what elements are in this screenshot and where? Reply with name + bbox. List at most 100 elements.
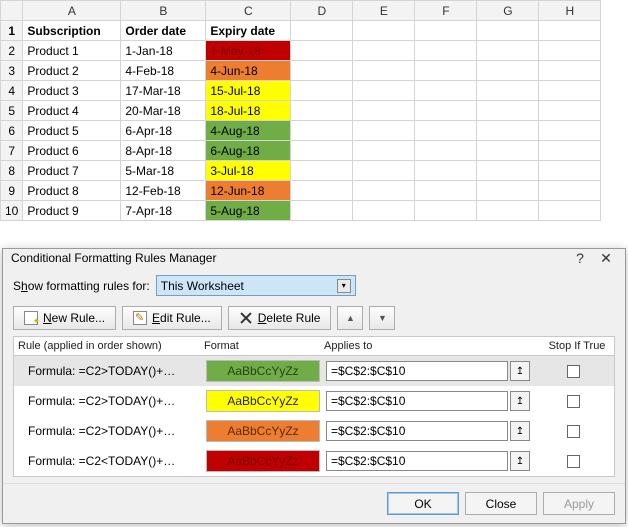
- cell[interactable]: 4-Feb-18: [121, 61, 206, 81]
- cell[interactable]: Expiry date: [206, 21, 291, 41]
- column-header[interactable]: H: [539, 1, 601, 21]
- select-all-corner[interactable]: [1, 1, 23, 21]
- cell[interactable]: [415, 121, 477, 141]
- cell[interactable]: 7-Apr-18: [121, 201, 206, 221]
- cell[interactable]: [539, 141, 601, 161]
- row-header[interactable]: 2: [1, 41, 23, 61]
- rule-row[interactable]: Formula: =C2>TODAY()+…AaBbCcYyZz↥: [14, 386, 614, 416]
- cell[interactable]: [477, 41, 539, 61]
- row-header[interactable]: 1: [1, 21, 23, 41]
- column-header[interactable]: B: [121, 1, 206, 21]
- cell[interactable]: 18-Jul-18: [206, 101, 291, 121]
- cell[interactable]: 3-Jul-18: [206, 161, 291, 181]
- cell[interactable]: [353, 201, 415, 221]
- applies-to-input[interactable]: [326, 421, 508, 441]
- move-up-button[interactable]: ▲: [337, 306, 363, 330]
- cell[interactable]: [291, 181, 353, 201]
- row-header[interactable]: 3: [1, 61, 23, 81]
- cell[interactable]: Product 7: [23, 161, 121, 181]
- column-header[interactable]: G: [477, 1, 539, 21]
- cell[interactable]: 17-Mar-18: [121, 81, 206, 101]
- cell[interactable]: [539, 61, 601, 81]
- spreadsheet-grid[interactable]: ABCDEFGH 1SubscriptionOrder dateExpiry d…: [0, 0, 601, 221]
- cell[interactable]: 4-Jun-18: [206, 61, 291, 81]
- cell[interactable]: [415, 141, 477, 161]
- cell[interactable]: Product 5: [23, 121, 121, 141]
- help-icon[interactable]: ?: [567, 250, 593, 266]
- range-picker-icon[interactable]: ↥: [510, 451, 530, 471]
- stop-if-true-checkbox[interactable]: [567, 365, 580, 378]
- stop-if-true-checkbox[interactable]: [567, 395, 580, 408]
- apply-button[interactable]: Apply: [543, 492, 615, 515]
- cell[interactable]: [291, 201, 353, 221]
- row-header[interactable]: 7: [1, 141, 23, 161]
- cell[interactable]: [477, 101, 539, 121]
- cell[interactable]: [291, 81, 353, 101]
- cell[interactable]: Product 9: [23, 201, 121, 221]
- applies-to-input[interactable]: [326, 451, 508, 471]
- cell[interactable]: [353, 81, 415, 101]
- cell[interactable]: 6-Aug-18: [206, 141, 291, 161]
- column-header[interactable]: D: [291, 1, 353, 21]
- cell[interactable]: 4-Aug-18: [206, 121, 291, 141]
- cell[interactable]: [477, 181, 539, 201]
- cell[interactable]: [353, 141, 415, 161]
- new-rule-button[interactable]: New Rule...: [13, 306, 116, 330]
- cell[interactable]: [477, 121, 539, 141]
- close-icon[interactable]: ✕: [593, 250, 619, 267]
- cell[interactable]: Product 1: [23, 41, 121, 61]
- cell[interactable]: [415, 61, 477, 81]
- cell[interactable]: [539, 201, 601, 221]
- cell[interactable]: [291, 61, 353, 81]
- cell[interactable]: [415, 161, 477, 181]
- cell[interactable]: [539, 101, 601, 121]
- cell[interactable]: [477, 161, 539, 181]
- cell[interactable]: [539, 41, 601, 61]
- range-picker-icon[interactable]: ↥: [510, 391, 530, 411]
- row-header[interactable]: 5: [1, 101, 23, 121]
- cell[interactable]: [539, 81, 601, 101]
- cell[interactable]: 8-Apr-18: [121, 141, 206, 161]
- cell[interactable]: Product 2: [23, 61, 121, 81]
- show-rules-dropdown[interactable]: This Worksheet ▾: [156, 275, 356, 296]
- cell[interactable]: [353, 21, 415, 41]
- cell[interactable]: [291, 41, 353, 61]
- row-header[interactable]: 6: [1, 121, 23, 141]
- dialog-titlebar[interactable]: Conditional Formatting Rules Manager ? ✕: [3, 249, 625, 267]
- row-header[interactable]: 9: [1, 181, 23, 201]
- cell[interactable]: [291, 121, 353, 141]
- cell[interactable]: [477, 21, 539, 41]
- cell[interactable]: [539, 121, 601, 141]
- cell[interactable]: [539, 21, 601, 41]
- cell[interactable]: Product 8: [23, 181, 121, 201]
- cell[interactable]: 1-May-18: [206, 41, 291, 61]
- cell[interactable]: 5-Mar-18: [121, 161, 206, 181]
- stop-if-true-checkbox[interactable]: [567, 425, 580, 438]
- column-header[interactable]: F: [415, 1, 477, 21]
- cell[interactable]: [539, 181, 601, 201]
- cell[interactable]: [415, 101, 477, 121]
- cell[interactable]: 5-Aug-18: [206, 201, 291, 221]
- cell[interactable]: [415, 81, 477, 101]
- cell[interactable]: [353, 181, 415, 201]
- cell[interactable]: 20-Mar-18: [121, 101, 206, 121]
- move-down-button[interactable]: ▼: [369, 306, 395, 330]
- cell[interactable]: 6-Apr-18: [121, 121, 206, 141]
- range-picker-icon[interactable]: ↥: [510, 361, 530, 381]
- applies-to-input[interactable]: [326, 361, 508, 381]
- range-picker-icon[interactable]: ↥: [510, 421, 530, 441]
- cell[interactable]: 15-Jul-18: [206, 81, 291, 101]
- cell[interactable]: [415, 181, 477, 201]
- edit-rule-button[interactable]: Edit Rule...: [122, 306, 222, 330]
- cell[interactable]: [353, 121, 415, 141]
- cell[interactable]: [353, 101, 415, 121]
- rule-row[interactable]: Formula: =C2>TODAY()+…AaBbCcYyZz↥: [14, 356, 614, 386]
- cell[interactable]: 1-Jan-18: [121, 41, 206, 61]
- column-header[interactable]: A: [23, 1, 121, 21]
- cell[interactable]: Product 6: [23, 141, 121, 161]
- cell[interactable]: [291, 101, 353, 121]
- cell[interactable]: [477, 81, 539, 101]
- cell[interactable]: [291, 21, 353, 41]
- cell[interactable]: Order date: [121, 21, 206, 41]
- cell[interactable]: [415, 41, 477, 61]
